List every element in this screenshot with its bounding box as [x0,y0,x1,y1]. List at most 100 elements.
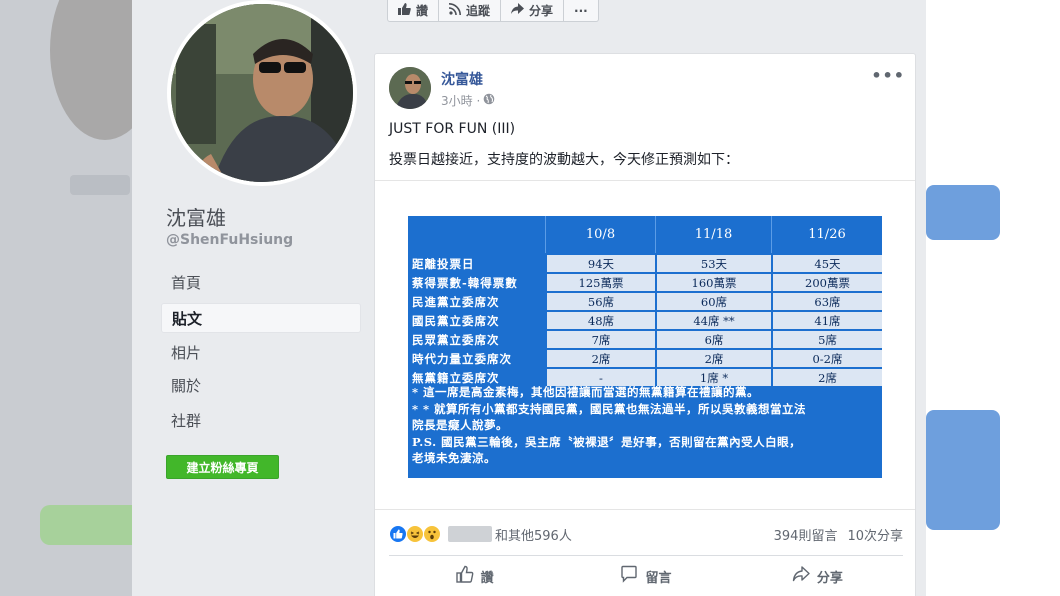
globe-icon [483,93,495,108]
table-cell: 2席 [655,350,771,367]
table-note: * * 就算所有小黨都支持國民黨，國民黨也無法過半，所以吳敦義想當立法 [412,401,807,416]
table-row: 民進黨立委席次 56席 60席 63席 [408,293,882,310]
blurred-shape [50,0,132,140]
table-note: 院長是癡人說夢。 [412,418,508,432]
post-text-line: 投票日越接近，支持度的波動越大，今天修正預測如下： [389,152,739,168]
table-cell: 7席 [545,331,655,348]
post-timestamp[interactable]: 3小時 · [441,92,480,109]
table-row: 距離投票日 94天 53天 45天 [408,255,882,272]
table-header-row: 10/8 11/18 11/26 [408,216,882,253]
table-cell: 45天 [771,255,882,272]
table-cell: 2席 [545,350,655,367]
prediction-table: 10/8 11/18 11/26 距離投票日 94天 53天 45天 蔡得票數-… [408,216,882,478]
thumbs-up-icon [455,565,474,587]
page-like-button[interactable]: 讚 [388,0,440,21]
comment-bubble-icon [620,565,638,587]
create-page-button[interactable]: 建立粉絲專頁 [166,455,279,479]
table-cell: 125萬票 [545,274,655,291]
comment-count[interactable]: 394則留言 [774,525,838,544]
rss-icon [448,3,462,18]
profile-name: 沈富雄 [166,206,226,230]
table-header-cell: 11/26 [771,216,882,253]
table-row-label: 民進黨立委席次 [412,294,500,309]
table-notes: * 這一席是高金素梅，其他因禮讓而當選的無黨籍算在禮讓的黨。 * * 就算所有小… [412,384,878,467]
blurred-user-name [448,526,492,542]
nav-item-community[interactable]: 社群 [161,406,361,436]
table-row: 時代力量立委席次 2席 2席 0-2席 [408,350,882,367]
table-header-cell [408,216,545,253]
table-row: 民眾黨立委席次 7席 6席 5席 [408,331,882,348]
table-header-cell: 11/18 [655,216,771,253]
blurred-shape [40,505,132,545]
post-options-button[interactable]: ••• [871,66,905,85]
wow-reaction-icon[interactable] [423,525,441,543]
comment-button[interactable]: 留言 [560,560,731,592]
page-follow-label: 追蹤 [466,4,491,18]
like-reaction-icon[interactable] [389,525,407,543]
like-button[interactable]: 讚 [389,560,560,592]
page-like-label: 讚 [416,4,429,18]
share-button[interactable]: 分享 [732,560,903,592]
table-cell: 60席 [655,293,771,310]
table-note: 老境未免淒涼。 [412,451,496,465]
table-row-label: 國民黨立委席次 [412,313,500,328]
post-action-bar: 讚 留言 分享 [389,560,903,592]
post-meta: 3小時 · [441,92,495,109]
comment-label: 留言 [645,570,672,586]
table-row-label: 距離投票日 [412,256,475,271]
page-follow-button[interactable]: 追蹤 [439,0,502,21]
table-cell: 94天 [545,255,655,272]
like-label: 讚 [480,570,494,586]
share-arrow-icon [792,565,810,587]
post-author-name[interactable]: 沈富雄 [441,69,483,89]
share-label: 分享 [816,570,843,586]
post-text-line: JUST FOR FUN (III) [389,121,516,137]
table-row: 國民黨立委席次 48席 44席 ** 41席 [408,312,882,329]
blurred-shape [70,175,130,195]
blurred-shape [926,185,1000,240]
table-note: * 這一席是高金素梅，其他因禮讓而當選的無黨籍算在禮讓的黨。 [412,385,760,399]
table-cell: 53天 [655,255,771,272]
page-action-bar: 讚 追蹤 分享 ··· [387,0,599,22]
table-cell: 63席 [771,293,882,310]
share-count[interactable]: 10次分享 [847,525,903,544]
blurred-background-right [926,0,1060,596]
reaction-count-text[interactable]: 和其他596人 [495,525,572,544]
page-more-button[interactable]: ··· [564,0,598,21]
nav-item-home[interactable]: 首頁 [161,268,361,298]
table-cell: 44席 ** [655,312,771,329]
blurred-background-left [0,0,132,596]
post-stats: 394則留言 10次分享 [774,525,903,544]
page-share-button[interactable]: 分享 [501,0,565,21]
profile-handle[interactable]: @ShenFuHsiung [166,232,293,248]
table-row: 蔡得票數-韓得票數 125萬票 160萬票 200萬票 [408,274,882,291]
post-card: 沈富雄 3小時 · ••• JUST FOR FUN (III) 投票日越接近，… [374,53,916,596]
thumbs-up-icon [398,3,411,18]
facebook-page: 沈富雄 @ShenFuHsiung 首頁 貼文 相片 關於 社群 建立粉絲專頁 … [132,0,926,596]
nav-item-photos[interactable]: 相片 [161,338,361,368]
table-cell: 0-2席 [771,350,882,367]
table-cell: 160萬票 [655,274,771,291]
profile-picture[interactable] [167,0,357,186]
table-cell: 5席 [771,331,882,348]
reactions-summary: 和其他596人 394則留言 10次分享 [389,523,903,545]
page-share-label: 分享 [529,4,554,18]
table-cell: 6席 [655,331,771,348]
table-row-label: 蔡得票數-韓得票數 [412,275,518,290]
post-author-avatar[interactable] [389,67,431,109]
table-header-cell: 10/8 [545,216,655,253]
table-cell: 56席 [545,293,655,310]
nav-item-about[interactable]: 關於 [161,371,361,401]
table-cell: 200萬票 [771,274,882,291]
table-row-label: 時代力量立委席次 [412,351,512,366]
nav-item-posts[interactable]: 貼文 [161,303,361,333]
haha-reaction-icon[interactable] [406,525,424,543]
table-cell: 48席 [545,312,655,329]
table-note: P.S. 國民黨三輪後，吳主席〝被裸退〞是好事，否則留在黨內受人白眼， [412,434,802,449]
table-cell: 41席 [771,312,882,329]
share-arrow-icon [511,3,525,18]
post-image[interactable]: 10/8 11/18 11/26 距離投票日 94天 53天 45天 蔡得票數-… [375,180,915,510]
table-row-label: 民眾黨立委席次 [412,332,500,347]
blurred-shape [926,410,1000,530]
divider [389,555,903,556]
